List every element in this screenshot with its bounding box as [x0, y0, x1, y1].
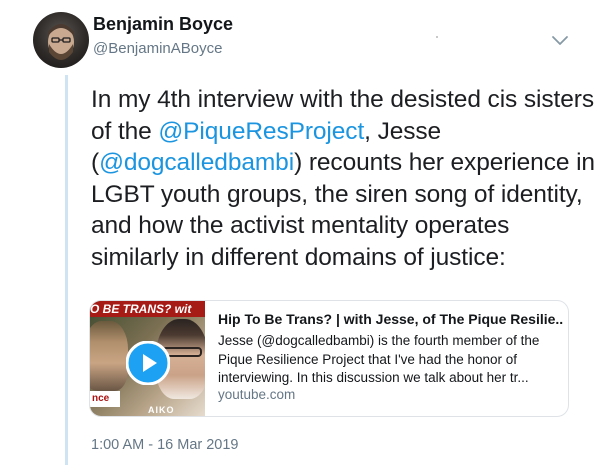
card-domain: youtube.com — [218, 387, 296, 402]
author-display-name[interactable]: Benjamin Boyce — [93, 14, 233, 35]
tweet-timestamp[interactable]: 1:00 AM - 16 Mar 2019 — [91, 437, 239, 453]
card-title[interactable]: Hip To Be Trans? | with Jesse, of The Pi… — [218, 311, 563, 327]
avatar[interactable] — [33, 12, 89, 68]
chevron-down-icon[interactable] — [550, 33, 570, 49]
card-description: Jesse (@dogcalledbambi) is the fourth me… — [218, 333, 540, 385]
thumbnail-caption: nce — [90, 391, 120, 407]
play-icon[interactable] — [126, 341, 170, 385]
thumbnail-brand: AIKO — [148, 405, 175, 415]
author-handle[interactable]: @BenjaminABoyce — [93, 40, 222, 57]
tweet-text: In my 4th interview with the desisted ci… — [91, 84, 596, 273]
image-speck — [436, 36, 438, 38]
thumbnail-left-person — [90, 321, 128, 391]
mention-link[interactable]: @PiqueResProject — [158, 118, 364, 145]
link-card[interactable]: O BE TRANS? wit nce AIKO Hip To Be Trans… — [89, 300, 569, 417]
thumbnail-banner: O BE TRANS? wit — [90, 301, 205, 317]
thread-line — [65, 75, 68, 465]
mention-link[interactable]: @dogcalledbambi — [99, 149, 294, 176]
avatar-photo — [48, 24, 74, 60]
card-thumbnail: O BE TRANS? wit nce AIKO — [90, 301, 205, 416]
